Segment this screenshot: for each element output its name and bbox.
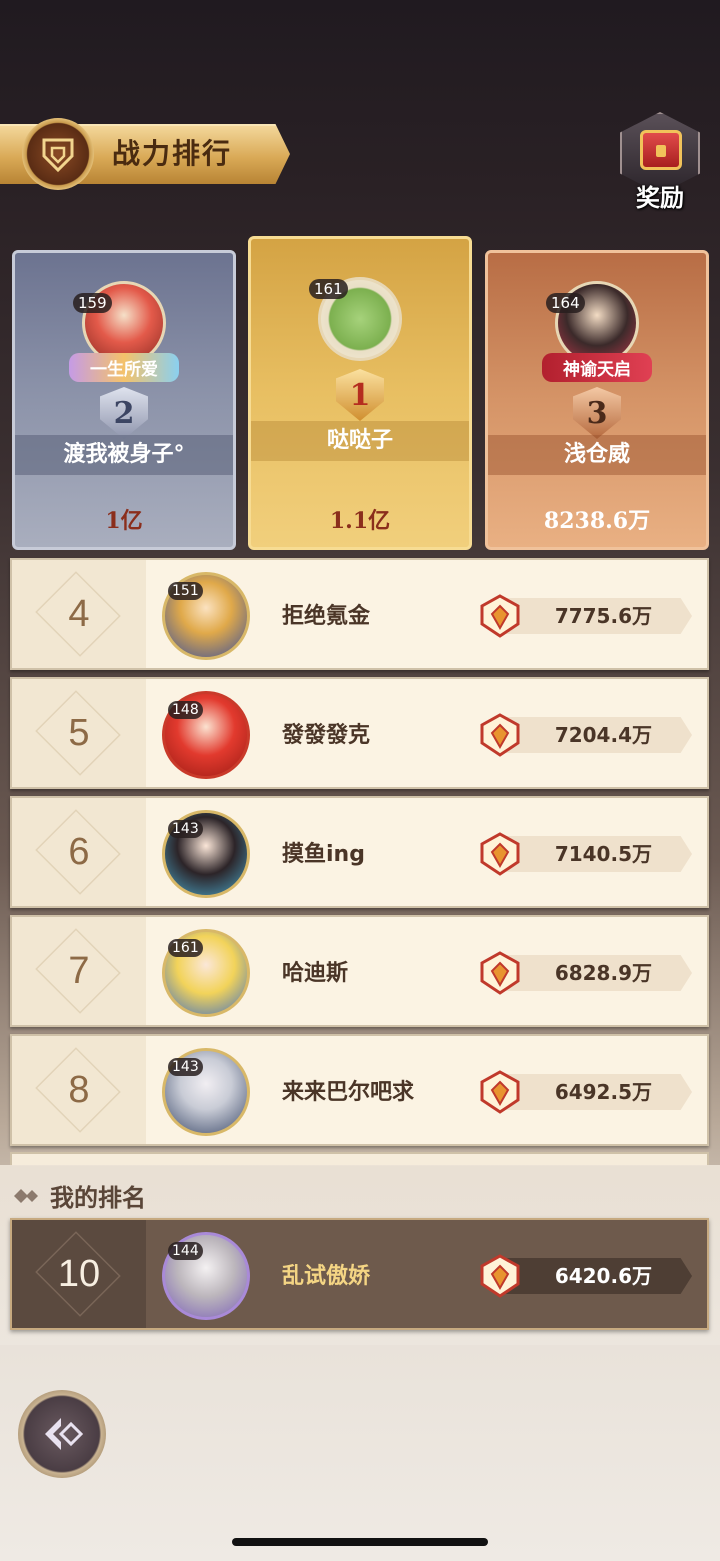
level-badge: 161	[309, 279, 348, 299]
player-name: 拒绝氪金	[282, 604, 371, 629]
list-item[interactable]: 7 161 哈迪斯 6828.9万	[10, 915, 709, 1027]
rank-badge: 3	[573, 387, 621, 439]
player-name: 哈迪斯	[282, 961, 349, 986]
title-tag: 神谕天启	[542, 353, 652, 382]
list-item[interactable]: 6 143 摸鱼ing 7140.5万	[10, 796, 709, 908]
power-value: 6420.6万	[554, 1264, 652, 1288]
reward-label: 奖励	[636, 184, 684, 212]
treasure-chest-icon	[640, 130, 682, 170]
rank-badge: 2	[100, 387, 148, 439]
back-button[interactable]	[18, 1390, 106, 1478]
player-name: 浅仓威	[488, 435, 706, 475]
player-name: 哒哒子	[251, 421, 469, 461]
list-item-partial	[10, 1152, 709, 1166]
player-name: 渡我被身子°	[15, 435, 233, 475]
level-badge: 148	[168, 701, 203, 719]
list-item[interactable]: 8 143 来来巴尔吧求 6492.5万	[10, 1034, 709, 1146]
rank-number: 10	[57, 1252, 101, 1295]
list-item[interactable]: 5 148 發發發克 7204.4万	[10, 677, 709, 789]
rank-number: 6	[68, 830, 90, 873]
player-name: 摸鱼ing	[282, 842, 365, 867]
my-ranking-label: 我的排名	[50, 1184, 146, 1212]
power-value: 1.1亿	[329, 508, 391, 534]
power-value: 1亿	[105, 508, 143, 534]
player-name: 發發發克	[282, 723, 371, 748]
power-value: 6828.9万	[554, 961, 652, 985]
rank-number: 8	[68, 1068, 90, 1111]
power-value: 7204.4万	[554, 723, 652, 747]
power-value: 6492.5万	[554, 1080, 652, 1104]
rank-badge: 1	[336, 369, 384, 421]
level-badge: 161	[168, 939, 203, 957]
level-badge: 143	[168, 820, 203, 838]
page-title: 战力排行	[112, 137, 233, 170]
player-name: 乱试傲娇	[282, 1264, 371, 1289]
rank-number: 5	[68, 711, 90, 754]
power-value: 8238.6万	[543, 508, 651, 534]
list-item[interactable]: 4 151 拒绝氪金 7775.6万	[10, 558, 709, 670]
podium-card-rank-3[interactable]: 164 神谕天启 3 浅仓威 8238.6万	[485, 250, 709, 550]
level-badge: 144	[168, 1242, 203, 1260]
level-badge: 159	[73, 293, 112, 313]
power-value: 7140.5万	[554, 842, 652, 866]
podium-card-rank-2[interactable]: 159 一生所爱 2 渡我被身子° 1亿	[12, 250, 236, 550]
home-indicator[interactable]	[232, 1538, 488, 1546]
player-name: 来来巴尔吧求	[282, 1080, 415, 1105]
reward-button[interactable]: 奖励	[614, 112, 706, 212]
title-tag: 一生所爱	[69, 353, 179, 382]
level-badge: 143	[168, 1058, 203, 1076]
level-badge: 151	[168, 582, 203, 600]
rank-number: 4	[68, 592, 90, 635]
diamond-bullet-icon	[14, 1188, 38, 1203]
my-ranking-row[interactable]: 10 144 乱试傲娇 6420.6万	[10, 1218, 709, 1330]
podium-card-rank-1[interactable]: 161 1 哒哒子 1.1亿	[248, 236, 472, 550]
my-ranking-title: 我的排名	[12, 1178, 146, 1213]
back-arrow-icon	[45, 1418, 84, 1450]
shield-emblem-icon	[22, 118, 94, 190]
power-value: 7775.6万	[554, 604, 652, 628]
level-badge: 164	[546, 293, 585, 313]
rank-number: 7	[68, 949, 90, 992]
